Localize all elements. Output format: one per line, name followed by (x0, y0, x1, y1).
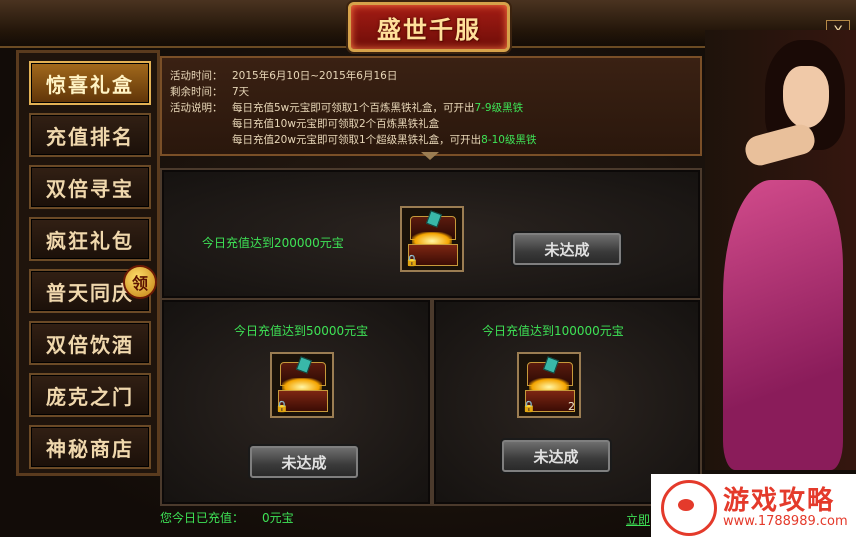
sidebar-item-label: 普天同庆 (46, 280, 134, 305)
collapse-arrow-icon[interactable] (421, 152, 439, 160)
sidebar-item-double-drink[interactable]: 双倍饮酒 (29, 321, 151, 365)
remaining-time-label: 剩余时间： (170, 86, 223, 98)
sidebar-item-label: 庞克之门 (46, 384, 134, 409)
watermark-title: 游戏攻略 (723, 486, 836, 516)
claim-button-50000[interactable]: 未达成 (250, 446, 358, 478)
sidebar-item-label: 疯狂礼包 (46, 228, 134, 253)
claim-button-100000[interactable]: 未达成 (502, 440, 610, 472)
event-desc-line-2: 每日充值10w元宝即可领取2个百炼黑铁礼盒 (232, 118, 440, 130)
event-desc-line-1: 每日充值5w元宝即可领取1个百炼黑铁礼盒，可开出 (232, 102, 475, 114)
sidebar-item-mystery-shop[interactable]: 神秘商店 (29, 425, 151, 469)
event-desc-row-2: 每日充值10w元宝即可领取2个百炼黑铁礼盒 (232, 116, 439, 131)
character-face (783, 66, 829, 128)
event-time-row: 活动时间： 2015年6月10日~2015年6月16日 (170, 68, 397, 83)
reward-goal-text: 今日充值达到200000元宝 (202, 236, 344, 250)
sidebar-item-label: 神秘商店 (46, 436, 134, 461)
remaining-time-value: 7天 (232, 86, 250, 98)
window-title: 盛世千服 (377, 14, 481, 44)
reward-goal-text: 今日充值达到50000元宝 (234, 324, 369, 338)
sidebar-item-label: 充值排名 (46, 124, 134, 149)
event-desc-highlight-3: 8-10级黑铁 (481, 134, 537, 146)
gamepad-logo-icon (661, 480, 717, 536)
recharge-now-link[interactable]: 立即 (626, 511, 650, 528)
sidebar-item-surprise-box[interactable]: 惊喜礼盒 (29, 61, 151, 105)
event-time-label: 活动时间： (170, 70, 223, 82)
watermark-url: www.1788989.com (723, 514, 848, 529)
sidebar-item-double-treasure[interactable]: 双倍寻宝 (29, 165, 151, 209)
event-desc-row-3: 每日充值20w元宝即可领取1个超级黑铁礼盒，可开出8-10级黑铁 (232, 132, 536, 147)
lock-icon: 🔒 (522, 400, 536, 413)
today-recharge-label: 您今日已充值： (160, 511, 245, 525)
sidebar-item-crazy-pack[interactable]: 疯狂礼包 (29, 217, 151, 261)
event-desc-highlight-1: 7-9级黑铁 (474, 102, 524, 114)
title-plate: 盛世千服 (348, 2, 510, 52)
claim-badge-icon: 领 (123, 265, 157, 299)
event-info-panel: 活动时间： 2015年6月10日~2015年6月16日 剩余时间： 7天 活动说明：… (160, 56, 702, 156)
chest-icon[interactable]: 🔒 2 (517, 352, 581, 418)
reward-panel-50000: 今日充值达到50000元宝 🔒 未达成 (160, 298, 432, 506)
event-window: 盛世千服 X 惊喜礼盒 充值排名 双倍寻宝 疯狂礼包 普天同庆 双倍饮酒 庞克之… (0, 0, 856, 537)
sidebar-item-label: 双倍寻宝 (46, 176, 134, 201)
reward-panel-200000: 今日充值达到200000元宝 🔒 未达成 (160, 168, 702, 300)
lock-icon: 🔒 (275, 400, 289, 413)
remaining-time-row: 剩余时间： 7天 (170, 84, 249, 99)
character-arm (742, 121, 818, 169)
item-quantity: 2 (568, 400, 575, 413)
today-recharge-amount: 0元宝 (262, 511, 294, 525)
claim-button-200000[interactable]: 未达成 (513, 233, 621, 265)
event-desc-line-3: 每日充值20w元宝即可领取1个超级黑铁礼盒，可开出 (232, 134, 482, 146)
sidebar-item-punk-gate[interactable]: 庞克之门 (29, 373, 151, 417)
character-dress (723, 180, 843, 470)
sidebar-item-label: 惊喜礼盒 (46, 72, 134, 97)
character-illustration (705, 30, 856, 470)
event-desc-label: 活动说明： (170, 102, 223, 114)
event-time-value: 2015年6月10日~2015年6月16日 (232, 70, 398, 82)
event-sidebar: 惊喜礼盒 充值排名 双倍寻宝 疯狂礼包 普天同庆 双倍饮酒 庞克之门 神秘商店 … (16, 50, 160, 476)
event-desc-row-1: 活动说明： 每日充值5w元宝即可领取1个百炼黑铁礼盒，可开出7-9级黑铁 (170, 100, 523, 115)
sidebar-item-label: 双倍饮酒 (46, 332, 134, 357)
reward-goal-text: 今日充值达到100000元宝 (482, 324, 624, 338)
sidebar-item-recharge-rank[interactable]: 充值排名 (29, 113, 151, 157)
lock-icon: 🔒 (405, 254, 419, 267)
today-recharge: 您今日已充值： 0元宝 (160, 509, 294, 526)
site-watermark: 游戏攻略 www.1788989.com (651, 474, 856, 537)
chest-icon[interactable]: 🔒 (400, 206, 464, 272)
chest-icon[interactable]: 🔒 (270, 352, 334, 418)
